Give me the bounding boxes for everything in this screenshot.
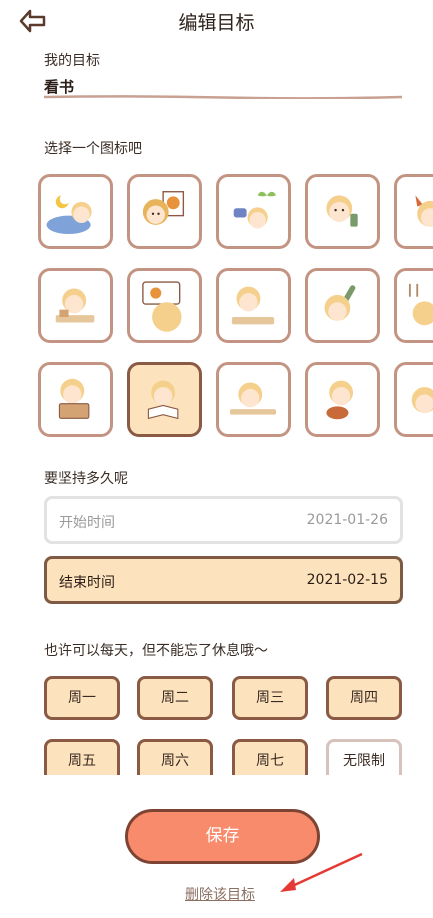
end-date-value: 2021-02-15	[306, 572, 388, 588]
icon-option-eating[interactable]	[305, 174, 380, 249]
start-date-label: 开始时间	[59, 515, 115, 531]
carrying-box-icon	[58, 378, 90, 419]
icon-option-partial[interactable]	[394, 362, 433, 437]
sleeping-moon-icon	[46, 195, 92, 235]
icon-option-guitar[interactable]	[305, 362, 380, 437]
icon-option-cooking[interactable]	[394, 174, 433, 249]
goal-underline	[44, 95, 402, 99]
day-button-sun[interactable]: 周七	[232, 739, 308, 775]
day-button-fri[interactable]: 周五	[44, 739, 120, 775]
playing-guitar-icon	[326, 380, 354, 420]
lion-painting-icon	[142, 191, 185, 225]
page-title: 编辑目标	[178, 12, 255, 34]
delete-goal-link[interactable]: 删除该目标	[185, 884, 255, 904]
day-button-wed[interactable]: 周三	[232, 676, 308, 720]
header: 编辑目标	[0, 0, 433, 42]
end-date-label: 结束时间	[59, 575, 115, 591]
icon-option-lion[interactable]	[127, 174, 202, 249]
icon-grid	[38, 174, 433, 440]
icon-option-sleeping[interactable]	[38, 174, 113, 249]
boy-music-icon	[324, 285, 356, 321]
icon-option-box[interactable]	[38, 362, 113, 437]
writing-desk-icon	[230, 382, 277, 415]
day-button-unlimited[interactable]: 无限制	[326, 739, 402, 775]
day-button-tue[interactable]: 周二	[137, 676, 213, 720]
icon-option-study[interactable]	[38, 268, 113, 343]
day-button-mon[interactable]: 周一	[44, 676, 120, 720]
start-date-value: 2021-01-26	[306, 512, 388, 528]
reading-book-icon	[147, 380, 179, 420]
icon-option-writing[interactable]	[216, 362, 291, 437]
icon-option-music[interactable]	[305, 268, 380, 343]
partial-child-icon	[411, 387, 433, 413]
study-desk-icon	[55, 288, 95, 323]
days-hint-label: 也许可以每天，但不能忘了休息哦～	[44, 643, 268, 659]
icon-option-planting[interactable]	[216, 174, 291, 249]
start-date-field[interactable]: 开始时间 2021-01-26	[44, 496, 403, 544]
icon-option-reading[interactable]	[127, 362, 202, 437]
day-button-thu[interactable]: 周四	[326, 676, 402, 720]
day-button-sat[interactable]: 周六	[137, 739, 213, 775]
boy-eating-icon	[326, 195, 358, 227]
goal-label: 我的目标	[44, 53, 100, 69]
duration-label: 要坚持多久呢	[44, 471, 128, 487]
lying-phone-icon	[231, 286, 275, 325]
goal-input[interactable]: 看书	[44, 76, 74, 97]
day-selector: 周一 周二 周三 周四 周五 周六 周七 无限制	[40, 672, 410, 775]
icon-option-ladder[interactable]	[394, 268, 433, 343]
computer-fox-screen-icon	[142, 281, 182, 332]
cooking-pot-icon	[415, 195, 433, 227]
icon-section-label: 选择一个图标吧	[44, 141, 142, 157]
icon-option-lying[interactable]	[216, 268, 291, 343]
end-date-field[interactable]: 结束时间 2021-02-15	[44, 556, 403, 604]
ladder-icon	[408, 283, 433, 326]
planting-seedling-icon	[233, 191, 277, 229]
annotation-arrow-icon	[280, 852, 363, 892]
icon-option-computer[interactable]	[127, 268, 202, 343]
